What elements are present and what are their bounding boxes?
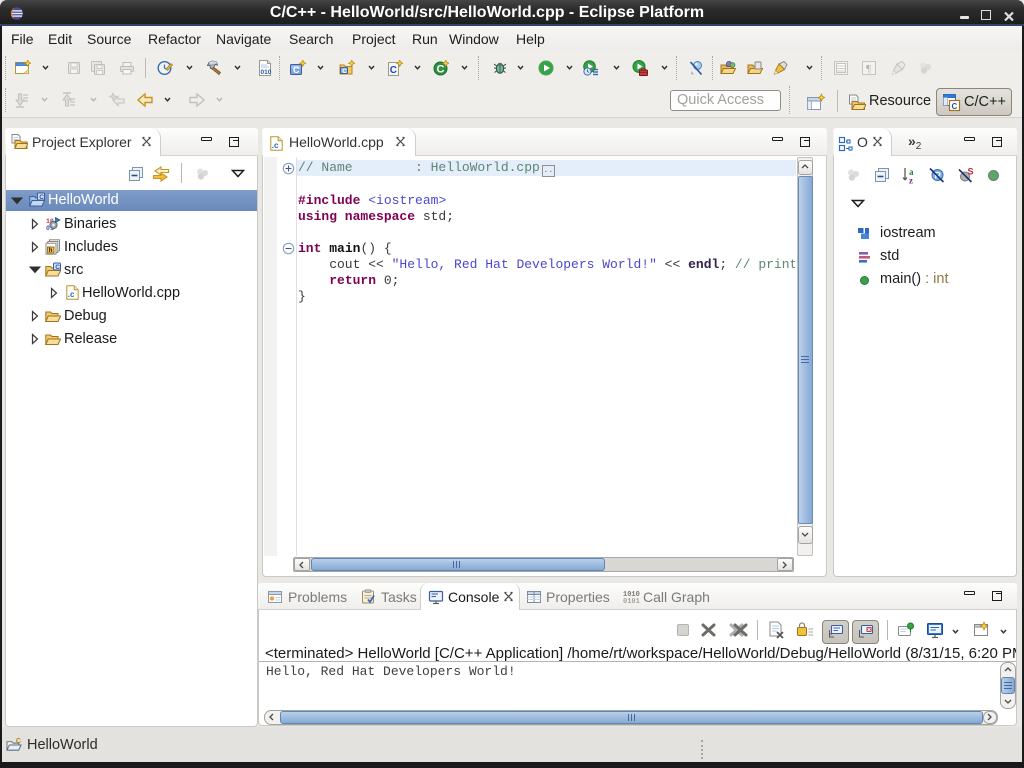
svg-text:C: C xyxy=(16,738,21,745)
svg-text:.c: .c xyxy=(68,290,75,299)
svg-text:¶: ¶ xyxy=(866,63,871,75)
svg-text:h: h xyxy=(49,248,53,254)
svg-text:C: C xyxy=(952,102,958,111)
svg-text:z: z xyxy=(909,176,913,185)
svg-text:C: C xyxy=(293,65,300,75)
svg-text:C: C xyxy=(342,68,347,75)
svg-text:C: C xyxy=(39,194,44,201)
svg-text:C: C xyxy=(390,65,397,76)
svg-text:S: S xyxy=(968,167,974,177)
svg-text:010: 010 xyxy=(261,69,272,76)
svg-text:0101: 0101 xyxy=(623,598,640,605)
svg-text:C: C xyxy=(55,264,60,271)
svg-text:.c: .c xyxy=(272,141,279,150)
svg-text:C: C xyxy=(437,64,445,76)
